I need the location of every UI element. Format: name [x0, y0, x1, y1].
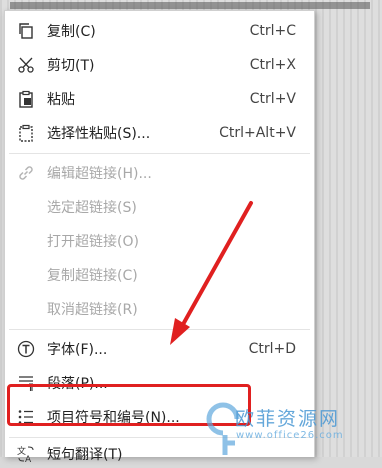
watermark-text: 欧菲资源网 [235, 408, 341, 430]
watermark-url: www.office26.com [236, 430, 344, 441]
arrow-annotation-icon [170, 201, 253, 345]
